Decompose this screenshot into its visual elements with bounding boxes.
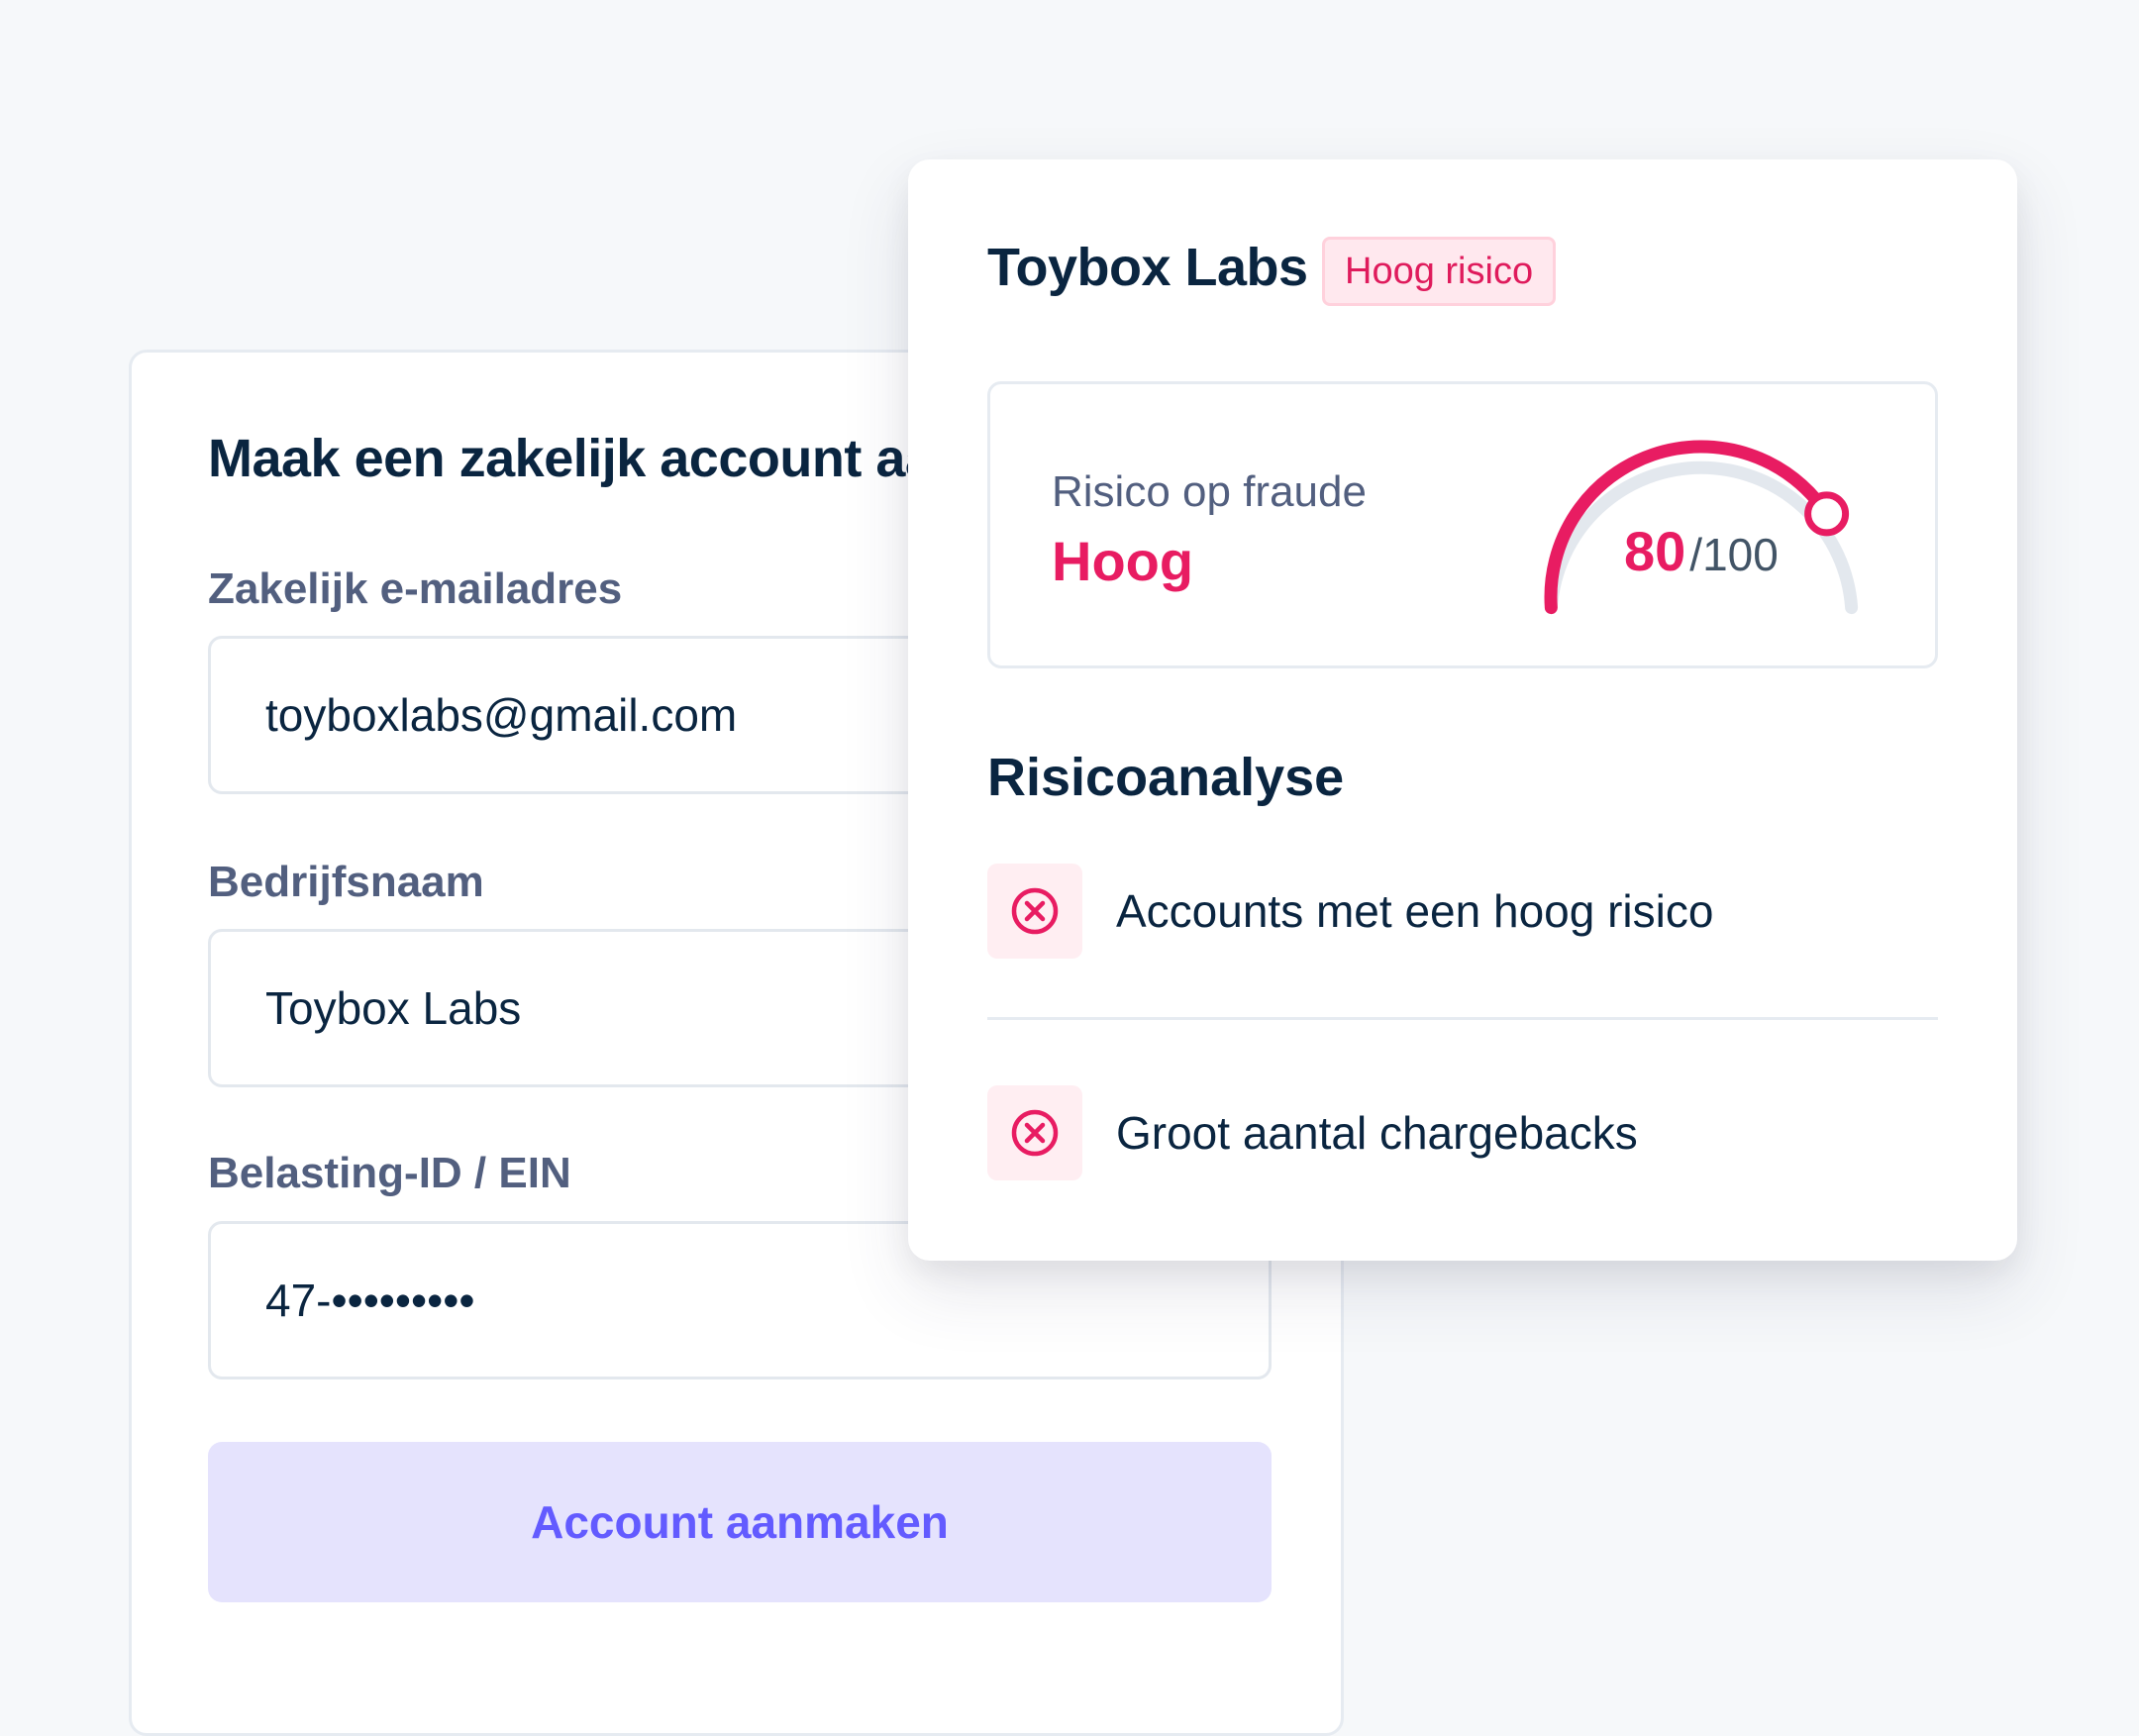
email-value: toyboxlabs@gmail.com [265,689,738,741]
gauge-knob [1804,491,1850,537]
divider [987,1017,1938,1020]
company-name-label: Bedrijfsnaam [208,858,484,906]
risk-score-value: 80 [1624,520,1686,582]
tax-id-value: 47-••••••••• [265,1275,475,1326]
risk-score-max: /100 [1689,529,1779,580]
fraud-risk-label: Risico op fraude [1052,467,1367,516]
x-circle-icon [987,864,1082,959]
risk-analysis-item: Accounts met een hoog risico [987,864,1713,959]
company-name-value: Toybox Labs [265,982,522,1034]
email-label: Zakelijk e-mailadres [208,564,623,613]
risk-badge: Hoog risico [1322,237,1557,306]
risk-analysis-item-text: Groot aantal chargebacks [1116,1107,1638,1159]
fraud-risk-level: Hoog [1052,530,1194,592]
score-readout: 80 /100 [1624,519,1779,583]
x-circle-icon [987,1085,1082,1180]
form-title: Maak een zakelijk account aan [208,429,967,488]
risk-analysis-item-text: Accounts met een hoog risico [1116,885,1714,937]
fraud-score-panel: Risico op fraude Hoog 80 /100 [987,381,1938,668]
create-account-button[interactable]: Account aanmaken [208,1442,1272,1602]
risk-card: Toybox Labs Hoog risico Risico op fraude… [908,159,2017,1261]
company-name: Toybox Labs [987,238,1308,297]
risk-analysis-title: Risicoanalyse [987,748,1345,807]
risk-analysis-item: Groot aantal chargebacks [987,1085,1638,1180]
tax-id-label: Belasting-ID / EIN [208,1149,571,1197]
